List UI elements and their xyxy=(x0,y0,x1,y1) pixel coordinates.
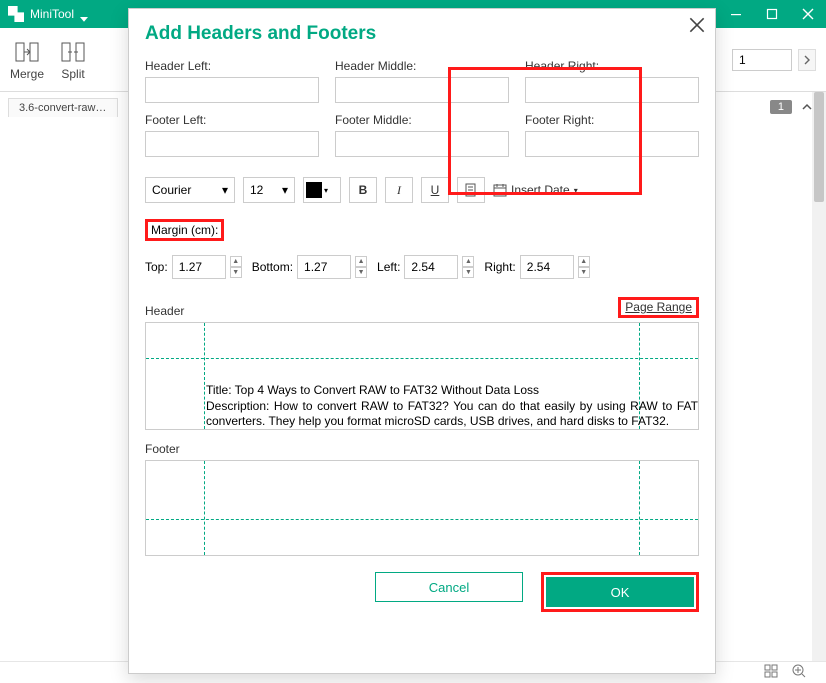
footer-preview-label: Footer xyxy=(145,442,180,456)
header-middle-label: Header Middle: xyxy=(335,59,509,73)
chevron-right-icon xyxy=(802,55,812,65)
page-range-link[interactable]: Page Range xyxy=(618,297,699,318)
color-swatch-icon xyxy=(306,182,322,198)
footer-middle-label: Footer Middle: xyxy=(335,113,509,127)
dialog-title: Add Headers and Footers xyxy=(145,23,699,45)
highlight-ok-button: OK xyxy=(541,572,699,612)
merge-label: Merge xyxy=(10,67,44,81)
font-size-select[interactable]: 12 ▾ xyxy=(243,177,295,203)
header-preview: Title: Top 4 Ways to Convert RAW to FAT3… xyxy=(145,322,699,430)
footer-preview xyxy=(145,460,699,556)
header-left-label: Header Left: xyxy=(145,59,319,73)
ok-button[interactable]: OK xyxy=(546,577,694,607)
page-icon xyxy=(464,183,478,197)
vertical-scrollbar[interactable] xyxy=(812,92,826,661)
footer-right-input[interactable] xyxy=(525,131,699,157)
font-family-value: Courier xyxy=(152,183,191,197)
page-badge: 1 xyxy=(770,100,792,114)
header-preview-label: Header xyxy=(145,304,184,318)
merge-tool[interactable]: Merge xyxy=(10,39,44,81)
margin-left-spinner[interactable]: ▲▼ xyxy=(462,256,474,278)
margin-right-label: Right: xyxy=(484,260,515,274)
minimize-button[interactable] xyxy=(718,0,754,28)
bold-button[interactable]: B xyxy=(349,177,377,203)
footer-right-label: Footer Right: xyxy=(525,113,699,127)
scrollbar-thumb[interactable] xyxy=(814,92,824,202)
margin-bottom-spinner[interactable]: ▲▼ xyxy=(355,256,367,278)
merge-icon xyxy=(14,39,40,65)
margin-left-label: Left: xyxy=(377,260,400,274)
insert-page-number-button[interactable] xyxy=(457,177,485,203)
margin-top-input[interactable] xyxy=(172,255,226,279)
next-page-button[interactable] xyxy=(798,49,816,71)
margin-right-input[interactable] xyxy=(520,255,574,279)
chevron-down-icon: ▾ xyxy=(222,183,228,197)
app-title: MiniTool xyxy=(30,7,74,21)
margin-bottom-label: Bottom: xyxy=(252,260,293,274)
margin-bottom-input[interactable] xyxy=(297,255,351,279)
font-size-value: 12 xyxy=(250,183,263,197)
footer-left-label: Footer Left: xyxy=(145,113,319,127)
split-label: Split xyxy=(61,67,84,81)
underline-button[interactable]: U xyxy=(421,177,449,203)
margin-top-label: Top: xyxy=(145,260,168,274)
insert-date-label: Insert Date xyxy=(511,183,570,197)
margin-right-spinner[interactable]: ▲▼ xyxy=(578,256,590,278)
chevron-down-icon: ▾ xyxy=(324,186,328,195)
header-middle-input[interactable] xyxy=(335,77,509,103)
headers-footers-dialog: Add Headers and Footers Header Left: Hea… xyxy=(128,8,716,674)
cancel-button[interactable]: Cancel xyxy=(375,572,523,602)
preview-document-text: Title: Top 4 Ways to Convert RAW to FAT3… xyxy=(206,383,698,430)
title-dropdown-icon[interactable] xyxy=(80,11,88,17)
thumbnail-view-icon[interactable] xyxy=(764,664,778,681)
margin-top-spinner[interactable]: ▲▼ xyxy=(230,256,242,278)
maximize-button[interactable] xyxy=(754,0,790,28)
app-logo-icon xyxy=(8,6,24,22)
header-left-input[interactable] xyxy=(145,77,319,103)
insert-date-button[interactable]: Insert Date ▾ xyxy=(493,183,578,197)
font-family-select[interactable]: Courier ▾ xyxy=(145,177,235,203)
footer-left-input[interactable] xyxy=(145,131,319,157)
font-color-picker[interactable]: ▾ xyxy=(303,177,341,203)
header-right-label: Header Right: xyxy=(525,59,699,73)
dialog-close-button[interactable] xyxy=(689,17,705,33)
page-number-input[interactable] xyxy=(732,49,792,71)
close-window-button[interactable] xyxy=(790,0,826,28)
zoom-in-icon[interactable] xyxy=(792,664,806,681)
footer-middle-input[interactable] xyxy=(335,131,509,157)
chevron-down-icon: ▾ xyxy=(282,183,288,197)
document-tab[interactable]: 3.6-convert-raw-to xyxy=(8,98,118,117)
chevron-down-icon: ▾ xyxy=(574,186,578,195)
split-tool[interactable]: Split xyxy=(60,39,86,81)
margin-label: Margin (cm): xyxy=(151,223,218,237)
split-icon xyxy=(60,39,86,65)
header-right-input[interactable] xyxy=(525,77,699,103)
highlight-margin-label: Margin (cm): xyxy=(145,219,224,241)
margin-left-input[interactable] xyxy=(404,255,458,279)
close-icon xyxy=(689,17,705,33)
calendar-icon xyxy=(493,183,507,197)
italic-button[interactable]: I xyxy=(385,177,413,203)
